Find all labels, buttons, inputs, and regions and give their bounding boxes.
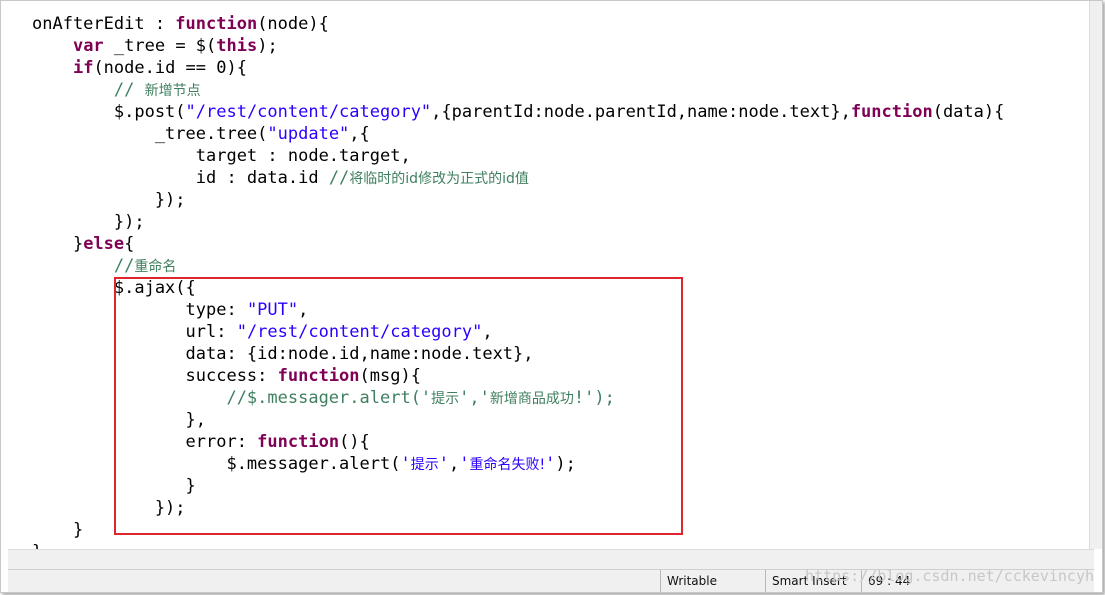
code-line: } [32, 519, 83, 541]
code-token: if [72, 58, 94, 78]
code-token: 将临时的id修改为正式的id值 [349, 171, 529, 187]
code-line: }); [32, 211, 145, 233]
code-line: }else{ [32, 233, 134, 255]
code-token: ,{parentId:node.parentId,name:node.text}… [431, 102, 851, 122]
code-token: ); [257, 36, 278, 56]
code-token: var [72, 36, 104, 56]
code-line: onAfterEdit : function(node){ [32, 13, 329, 35]
code-token: 新增节点 [144, 83, 201, 99]
code-editor[interactable]: }, onAfterEdit : function(node){ var _tr… [8, 1, 1094, 549]
code-token: // [32, 256, 135, 276]
code-token: } [32, 520, 84, 540]
code-line: //重命名 [32, 255, 176, 277]
code-token: function [850, 102, 933, 122]
code-token: "update" [267, 124, 350, 144]
code-token: _tree.tree( [32, 124, 268, 144]
code-token: // [32, 80, 145, 100]
code-token: $.post( [32, 102, 186, 122]
code-line: _tree.tree("update",{ [32, 123, 370, 145]
code-token: _tree = $( [103, 36, 217, 56]
code-token: else [83, 234, 125, 254]
code-token: { [124, 234, 135, 254]
code-token: (node.id == 0){ [93, 58, 247, 78]
vertical-scrollbar[interactable] [1089, 1, 1102, 549]
code-token: // [328, 168, 350, 188]
code-token: "/rest/content/category" [185, 102, 432, 122]
code-line: } [32, 541, 42, 549]
code-token: ,{ [349, 124, 370, 144]
code-line: // 新增节点 [32, 79, 201, 101]
code-line: if(node.id == 0){ [32, 57, 247, 79]
code-line: var _tree = $(this); [32, 35, 278, 57]
code-token: (node){ [257, 14, 329, 34]
code-token: function [175, 14, 258, 34]
watermark: https://blog.csdn.net/cckevincyh [805, 567, 1094, 585]
code-token: id : data.id [32, 168, 329, 188]
code-token: 重命名 [134, 259, 177, 275]
code-token: } [32, 234, 84, 254]
code-token: onAfterEdit : [32, 14, 176, 34]
code-line: $.post("/rest/content/category",{parentI… [32, 101, 1004, 123]
code-token: }); [32, 190, 186, 210]
code-line: id : data.id //将临时的id修改为正式的id值 [32, 167, 529, 189]
screenshot-frame: }, onAfterEdit : function(node){ var _tr… [0, 0, 1103, 593]
code-token: (data){ [932, 102, 1005, 122]
code-line: }); [32, 189, 186, 211]
status-writable: Writable [660, 570, 763, 592]
code-token: target : node.target, [32, 146, 411, 166]
highlight-box [114, 277, 683, 535]
code-line: target : node.target, [32, 145, 411, 167]
code-token: } [32, 542, 42, 549]
code-token: }); [32, 212, 145, 232]
code-token: this [216, 36, 258, 56]
